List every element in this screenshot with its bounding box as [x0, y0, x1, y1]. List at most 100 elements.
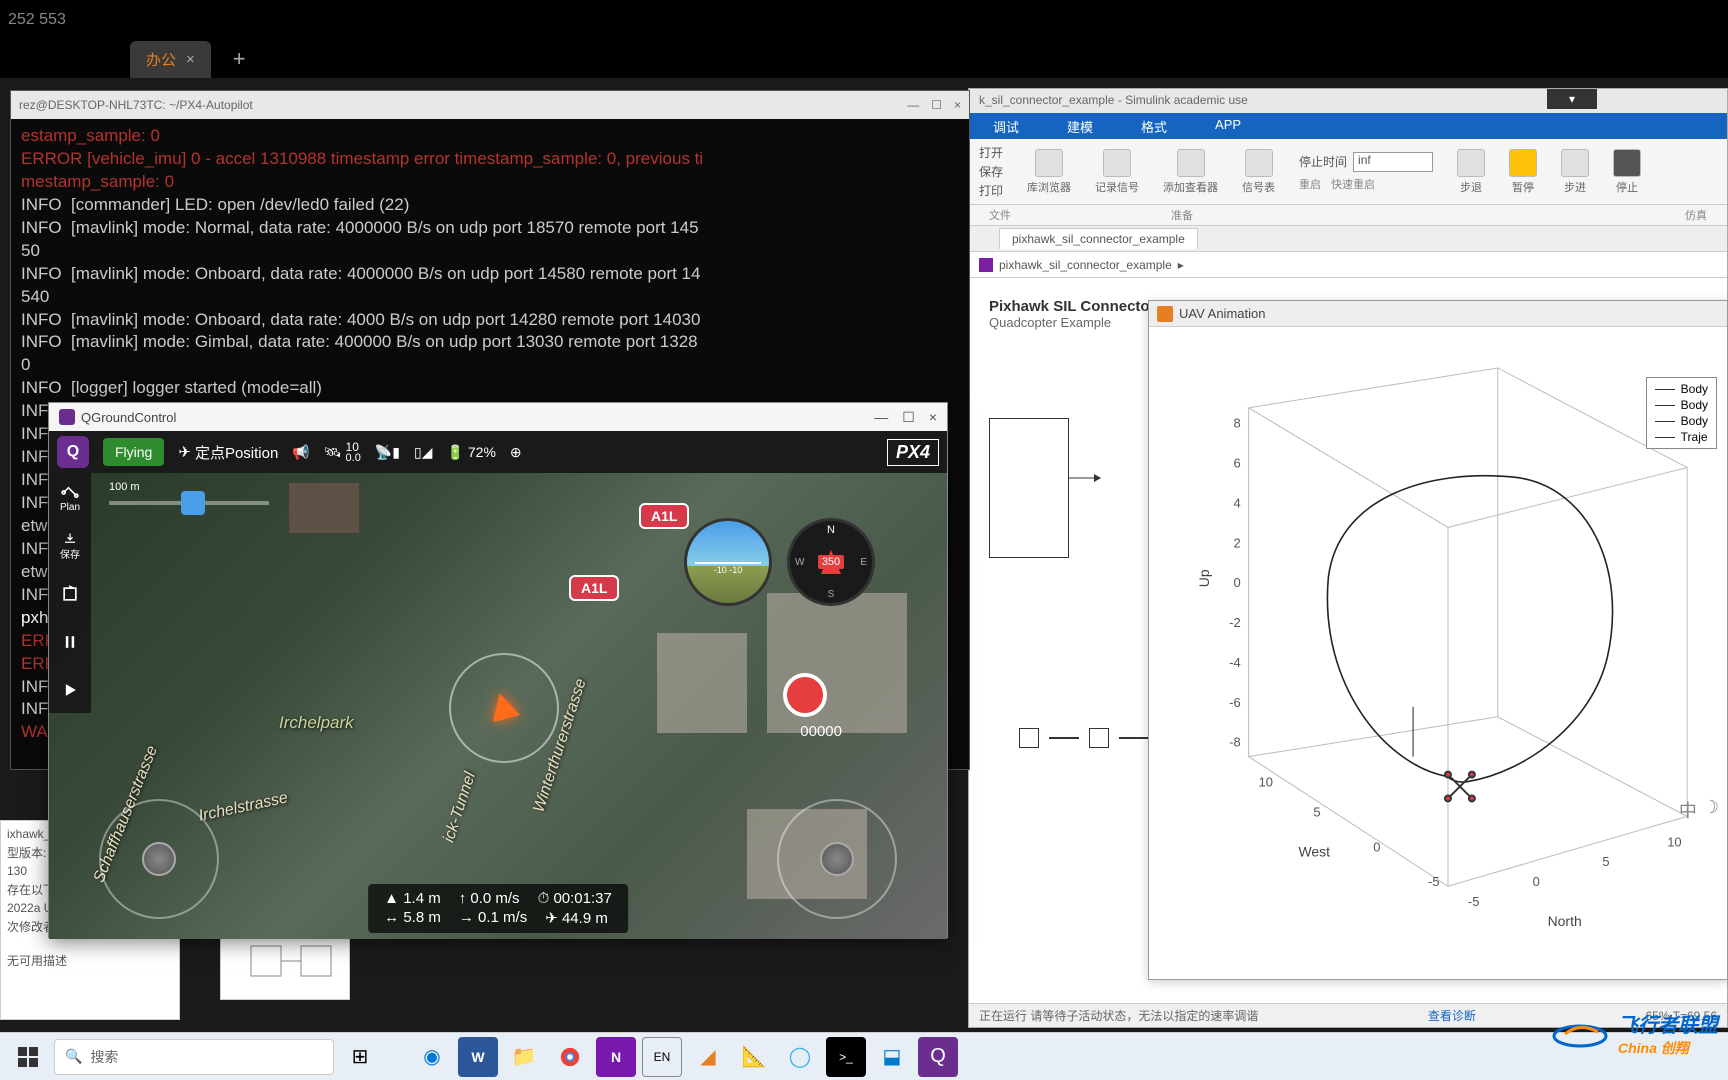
sim-status-text: 正在运行 请等待子活动状态，无法以指定的速率调谐 [979, 1007, 1258, 1024]
ime-indicator[interactable]: 中 ☽ [1679, 797, 1719, 823]
map-street1-label: Irchelstrasse [197, 789, 289, 825]
task-view-button[interactable]: ⊞ [340, 1037, 380, 1077]
minimize-icon[interactable]: — [907, 98, 919, 112]
pause-sim-button[interactable]: 暂停 [1509, 149, 1537, 195]
toolstrip-dropdown[interactable]: ▾ [1547, 89, 1597, 109]
zoom-slider[interactable] [109, 491, 269, 515]
open-button[interactable]: 打开 [979, 144, 1003, 161]
clear-mission-button[interactable] [55, 579, 85, 609]
tab-app[interactable]: APP [1191, 113, 1265, 139]
chrome-icon[interactable] [550, 1037, 590, 1077]
svg-text:-6: -6 [1229, 695, 1241, 710]
uav-animation-figure: UAV Animation 8 6 4 2 0 - [1148, 300, 1728, 980]
terminal-titlebar[interactable]: rez@DESKTOP-NHL73TC: ~/PX4-Autopilot — ☐… [11, 91, 969, 119]
add-viewer-button[interactable]: 添加查看器 [1163, 149, 1218, 195]
qgc-map-view[interactable]: Plan 保存 100 m Irchelpark Irchelstrasse W… [49, 473, 947, 939]
svg-text:8: 8 [1233, 416, 1240, 431]
map-highway-badge: A1L [639, 503, 689, 529]
svg-text:-5: -5 [1428, 874, 1440, 889]
px4-shortcut-icon[interactable]: ◢ [688, 1037, 728, 1077]
new-tab-button[interactable]: + [223, 46, 256, 72]
language-icon[interactable]: EN [642, 1037, 682, 1077]
flight-status-badge[interactable]: Flying [103, 438, 164, 466]
satellite-icon: 🛰 [324, 444, 342, 461]
tab-format[interactable]: 格式 [1117, 113, 1191, 139]
svg-text:6: 6 [1233, 456, 1240, 471]
flight-mode-selector[interactable]: ✈ 定点Position [178, 442, 278, 463]
distance-value: ↔ 5.8 m [384, 909, 441, 927]
taskbar-search[interactable]: 🔍 搜索 [54, 1039, 334, 1075]
qgc-titlebar[interactable]: QGroundControl — ☐ × [49, 403, 947, 431]
megaphone-icon[interactable]: 📢 [292, 444, 309, 461]
browser-tab-active[interactable]: 办公 × [130, 41, 211, 78]
step-forward-button[interactable]: 步进 [1561, 149, 1589, 195]
maximize-icon[interactable]: ☐ [902, 409, 915, 426]
stop-sim-button[interactable]: 停止 [1613, 149, 1641, 195]
edge-icon[interactable]: ◉ [412, 1037, 452, 1077]
pause-button[interactable] [55, 627, 85, 657]
start-button[interactable] [8, 1037, 48, 1077]
diagnostics-link[interactable]: 查看诊断 [1428, 1007, 1476, 1024]
vertical-speed-value: ↑ 0.0 m/s [459, 890, 520, 907]
explorer-icon[interactable]: 📁 [504, 1037, 544, 1077]
record-button[interactable] [783, 673, 827, 717]
altitude-value: ▲ 1.4 m [384, 890, 441, 907]
svg-text:0: 0 [1533, 874, 1540, 889]
fast-restart-button[interactable]: 快速重启 [1331, 176, 1375, 192]
svg-text:2: 2 [1233, 535, 1240, 550]
play-button[interactable] [55, 675, 85, 705]
watermark-logo-icon [1550, 1014, 1610, 1054]
telemetry-signal-icon[interactable]: ▯◢ [414, 444, 432, 461]
model-breadcrumb[interactable]: pixhawk_sil_connector_example ▸ [969, 252, 1727, 278]
close-icon[interactable]: × [186, 51, 195, 68]
battery-status[interactable]: 🔋 72% [446, 444, 495, 461]
signal-table-button[interactable]: 信号表 [1242, 149, 1275, 195]
svg-text:-8: -8 [1229, 735, 1241, 750]
plot-legend[interactable]: Body Body Body Traje [1646, 377, 1717, 449]
simulink-titlebar[interactable]: k_sil_connector_example - Simulink acade… [969, 89, 1727, 113]
cmd-icon[interactable]: >_ [826, 1037, 866, 1077]
library-browser-button[interactable]: 库浏览器 [1027, 149, 1071, 195]
svg-text:0: 0 [1373, 839, 1380, 854]
qgc-logo[interactable]: Q [57, 436, 89, 468]
matlab-icon[interactable]: 📐 [734, 1037, 774, 1077]
virtual-joystick-left[interactable] [99, 799, 219, 919]
vscode-icon[interactable]: ⬓ [872, 1037, 912, 1077]
download-button[interactable]: 保存 [55, 531, 85, 561]
center-icon[interactable]: ⊕ [510, 444, 522, 461]
3d-plot-axes[interactable]: 8 6 4 2 0 -2 -4 -6 -8 Up 10 5 0 -5 West … [1149, 327, 1727, 967]
save-button[interactable]: 保存 [979, 163, 1003, 180]
figure-titlebar[interactable]: UAV Animation [1149, 301, 1727, 327]
print-button[interactable]: 打印 [979, 182, 1003, 199]
windows-logo-icon [18, 1047, 38, 1067]
rc-signal-icon[interactable]: 📡▮ [375, 444, 400, 461]
close-icon[interactable]: × [929, 409, 937, 426]
word-icon[interactable]: W [458, 1037, 498, 1077]
app-icon[interactable]: ◯ [780, 1037, 820, 1077]
restart-button[interactable]: 重启 [1299, 176, 1321, 192]
qgc-taskbar-icon[interactable]: Q [918, 1037, 958, 1077]
onenote-icon[interactable]: N [596, 1037, 636, 1077]
compass-widget: N S E W 350 [787, 518, 875, 606]
record-timer: 00000 [800, 723, 842, 740]
close-icon[interactable]: × [954, 98, 961, 112]
maximize-icon[interactable]: ☐ [931, 98, 942, 112]
simulink-block[interactable] [989, 418, 1109, 698]
model-tab[interactable]: pixhawk_sil_connector_example [999, 228, 1198, 249]
minimize-icon[interactable]: — [874, 409, 888, 426]
model-tabs: pixhawk_sil_connector_example [969, 226, 1727, 252]
plan-button[interactable]: Plan [55, 483, 85, 513]
tab-model[interactable]: 建模 [1043, 113, 1117, 139]
record-signal-button[interactable]: 记录信号 [1095, 149, 1139, 195]
browser-address-area: 252 553 [0, 0, 1728, 40]
svg-text:10: 10 [1259, 775, 1273, 790]
flight-time-value: ⏱ 00:01:37 [538, 890, 612, 907]
qgc-left-toolbar: Plan 保存 [49, 473, 91, 713]
total-distance-value: ✈ 44.9 m [545, 909, 608, 927]
attitude-indicator: -10 -10 [684, 518, 772, 606]
gps-status[interactable]: 🛰 10 0.0 [324, 441, 361, 464]
tab-debug[interactable]: 调试 [969, 113, 1043, 139]
virtual-joystick-right[interactable] [777, 799, 897, 919]
step-back-button[interactable]: 步退 [1457, 149, 1485, 195]
stop-time-field[interactable]: 停止时间 inf [1299, 152, 1433, 172]
